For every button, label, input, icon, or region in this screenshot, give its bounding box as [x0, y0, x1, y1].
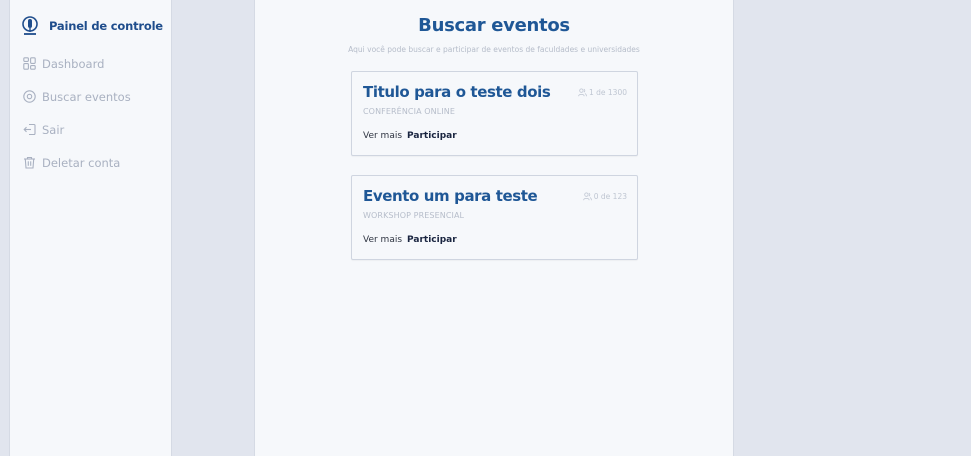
sidebar-item-label: Sair	[42, 122, 65, 137]
users-icon	[582, 192, 592, 201]
app-root: Painel de controle Dashboard Buscar even…	[0, 0, 971, 456]
event-type: WORKSHOP PRESENCIAL	[363, 211, 465, 220]
main-panel: Buscar eventos Aqui você pode buscar e p…	[254, 0, 734, 456]
sidebar-item-label: Dashboard	[42, 56, 105, 71]
page-title: Buscar eventos	[418, 15, 570, 36]
participants-count: 0 de 123	[582, 192, 627, 201]
event-actions: Ver mais Participar	[363, 131, 457, 141]
event-title: Titulo para o teste dois	[363, 83, 551, 101]
users-icon	[578, 88, 587, 97]
microphone-icon	[21, 16, 39, 36]
sidebar-brand[interactable]: Painel de controle	[10, 14, 171, 38]
event-actions: Ver mais Participar	[363, 235, 457, 245]
sidebar-item-label: Deletar conta	[42, 155, 121, 170]
ver-mais-link[interactable]: Ver mais	[363, 235, 402, 245]
sidebar-item-sair[interactable]: Sair	[10, 113, 171, 146]
participar-button[interactable]: Participar	[407, 131, 457, 141]
participants-count-text: 1 de 1300	[588, 88, 627, 97]
participants-count-text: 0 de 123	[593, 192, 627, 201]
sidebar-item-dashboard[interactable]: Dashboard	[10, 47, 171, 80]
participar-button[interactable]: Participar	[407, 235, 457, 245]
logout-icon	[22, 123, 36, 137]
event-type: CONFERÊNCIA ONLINE	[363, 107, 456, 116]
trash-icon	[22, 156, 36, 170]
sidebar: Painel de controle Dashboard Buscar even…	[9, 0, 172, 456]
sidebar-brand-title: Painel de controle	[49, 19, 163, 33]
event-card: Evento um para teste 0 de 123 WORKSHOP P…	[351, 175, 638, 260]
sidebar-item-deletar-conta[interactable]: Deletar conta	[10, 146, 171, 179]
sidebar-item-buscar-eventos[interactable]: Buscar eventos	[10, 80, 171, 113]
sidebar-item-label: Buscar eventos	[42, 89, 131, 104]
ver-mais-link[interactable]: Ver mais	[363, 131, 402, 141]
event-title: Evento um para teste	[363, 187, 538, 205]
dashboard-grid-icon	[22, 57, 36, 71]
location-pin-icon	[22, 90, 36, 104]
event-card: Titulo para o teste dois 1 de 1300 CONFE…	[351, 71, 638, 156]
page-subtitle: Aqui você pode buscar e participar de ev…	[348, 45, 640, 54]
participants-count: 1 de 1300	[578, 88, 627, 97]
